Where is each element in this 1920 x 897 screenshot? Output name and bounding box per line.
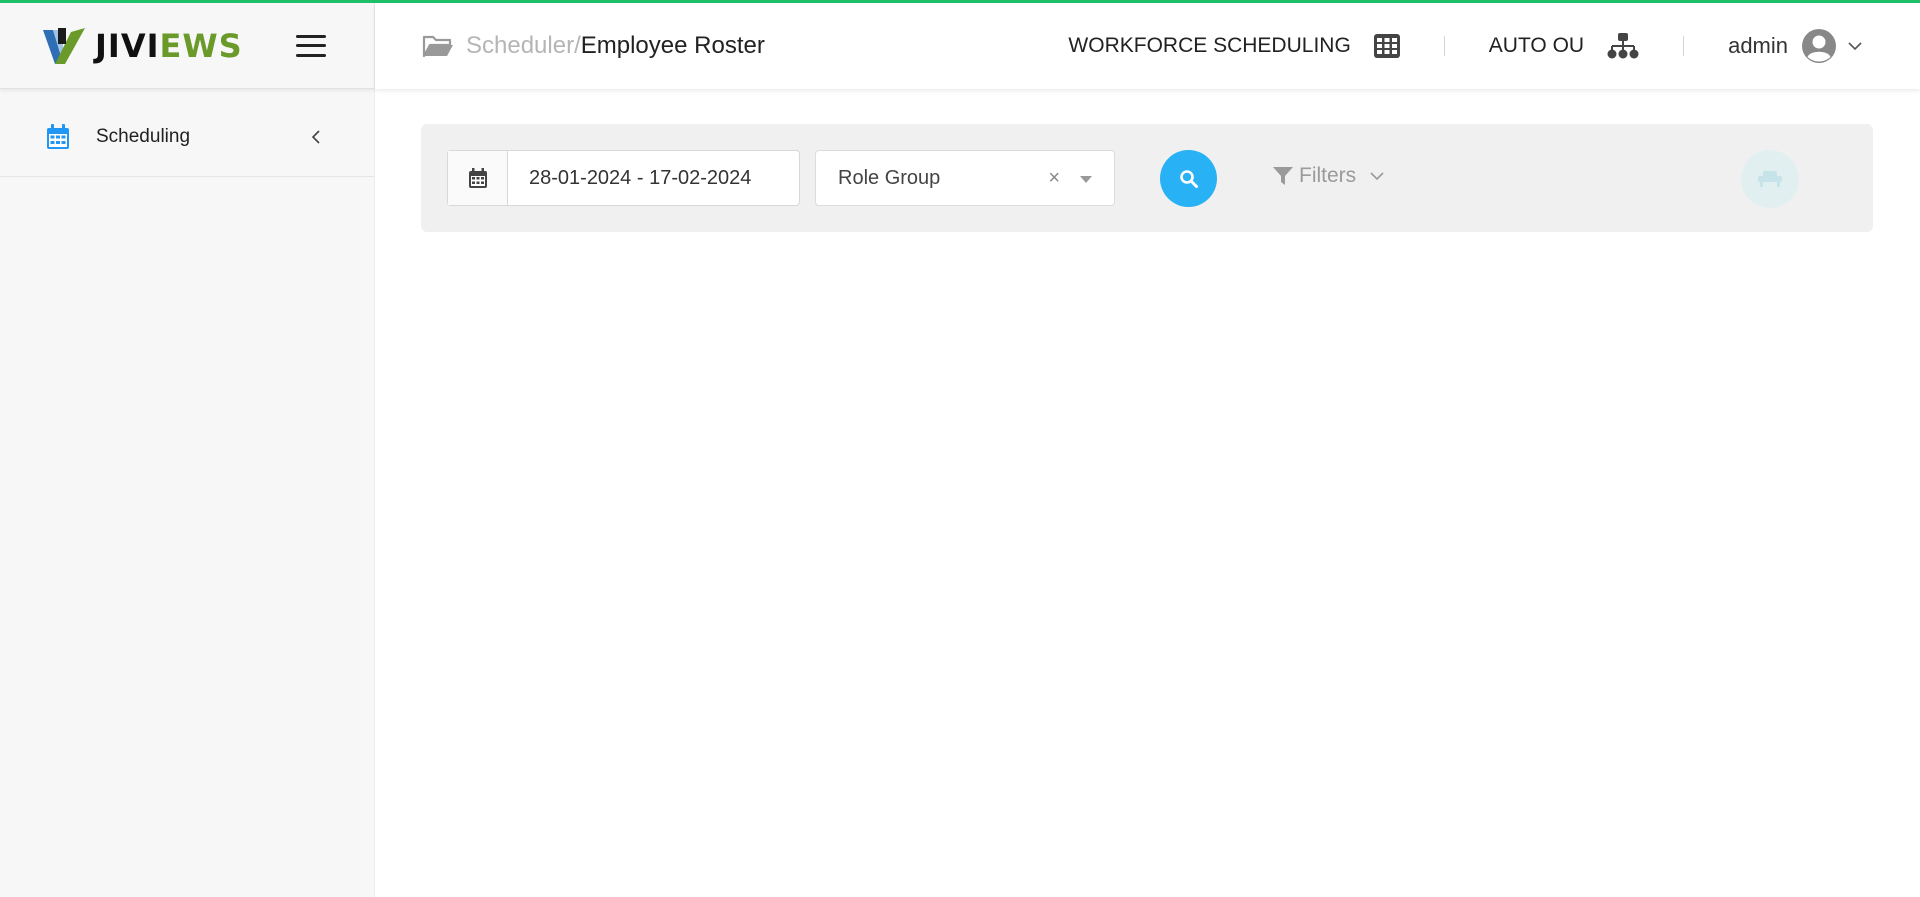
breadcrumb: Scheduler/ Employee Roster <box>422 32 765 60</box>
brand-logo[interactable]: JIVIEWS <box>41 26 243 66</box>
extra-action-button[interactable] <box>1741 150 1799 208</box>
grid-icon <box>1373 34 1400 58</box>
search-button[interactable] <box>1160 150 1217 207</box>
breadcrumb-current: Employee Roster <box>580 32 765 59</box>
hamburger-bar <box>295 34 326 38</box>
brand-name-part2: EWS <box>159 26 243 65</box>
header-actions: WORKFORCE SCHEDULING AUTO OU admin <box>1068 3 1920 89</box>
dropdown-arrow-icon[interactable] <box>1080 176 1092 183</box>
sidebar-item-label: Scheduling <box>96 125 191 147</box>
chevron-down-icon <box>1370 172 1384 181</box>
date-range-icon-button[interactable] <box>448 151 508 205</box>
sofa-icon <box>1758 171 1782 187</box>
sidebar-item-scheduling[interactable]: Scheduling <box>0 97 374 177</box>
user-circle-icon <box>1802 29 1836 63</box>
hamburger-bar <box>295 53 326 57</box>
brand-bar: JIVIEWS <box>0 3 374 89</box>
ou-switcher[interactable]: AUTO OU <box>1489 33 1639 59</box>
role-group-select[interactable]: Role Group × <box>815 150 1115 206</box>
header-divider <box>1443 36 1445 56</box>
breadcrumb-parent[interactable]: Scheduler/ <box>466 32 581 60</box>
folder-open-icon <box>422 35 453 58</box>
ou-label: AUTO OU <box>1488 34 1585 57</box>
chevron-left-icon <box>311 129 320 144</box>
filter-panel: 28-01-2024 - 17-02-2024 Role Group × Fil… <box>421 124 1873 232</box>
date-range-picker[interactable]: 28-01-2024 - 17-02-2024 <box>447 150 800 206</box>
clear-icon[interactable]: × <box>1048 167 1060 190</box>
jiviews-logo-icon <box>43 27 85 64</box>
calendar-icon <box>468 168 487 188</box>
sidebar: JIVIEWS Scheduling <box>0 3 375 897</box>
module-label: WORKFORCE SCHEDULING <box>1068 34 1351 57</box>
top-header: Scheduler/ Employee Roster WORKFORCE SCH… <box>375 3 1920 89</box>
filter-icon <box>1273 167 1293 185</box>
filters-label: Filters <box>1299 164 1357 187</box>
filters-toggle[interactable]: Filters <box>1273 164 1384 188</box>
hamburger-bar <box>295 44 326 47</box>
date-range-input[interactable]: 28-01-2024 - 17-02-2024 <box>508 151 751 205</box>
calendar-icon <box>47 123 69 149</box>
menu-toggle-button[interactable] <box>295 34 326 57</box>
org-chart-icon <box>1607 33 1639 59</box>
user-name: admin <box>1728 33 1788 58</box>
user-menu[interactable]: admin <box>1728 29 1920 63</box>
role-group-value: Role Group <box>838 166 941 189</box>
brand-name: JIVIEWS <box>95 27 243 65</box>
brand-name-part1: JIVI <box>95 26 160 65</box>
search-icon <box>1179 169 1198 188</box>
header-divider <box>1683 36 1685 56</box>
chevron-down-icon <box>1848 42 1862 51</box>
module-switcher[interactable]: WORKFORCE SCHEDULING <box>1068 34 1400 58</box>
